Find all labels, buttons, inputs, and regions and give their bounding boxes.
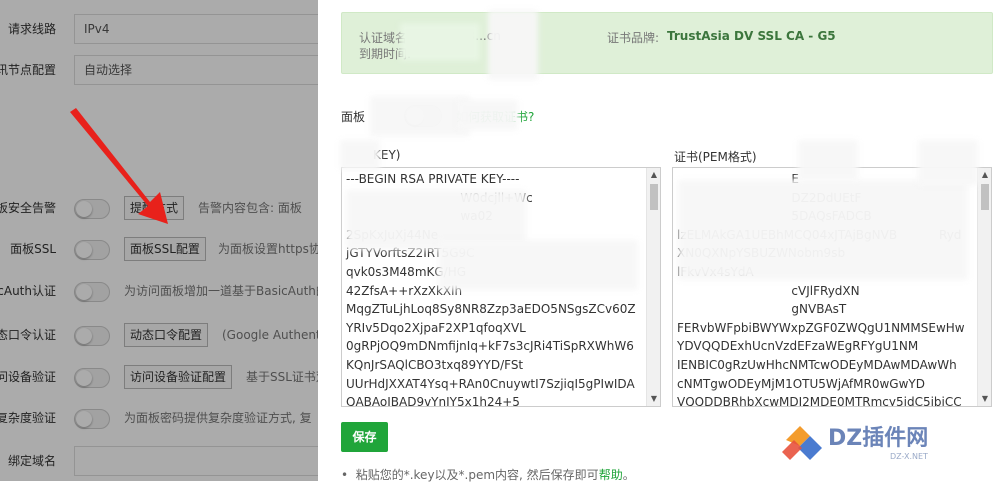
privacy-blur — [488, 10, 538, 80]
key-scrollbar[interactable]: ▲ ▼ — [646, 168, 660, 406]
privacy-blur — [340, 140, 380, 170]
help-link[interactable]: 帮助 — [599, 468, 623, 482]
privacy-blur — [678, 180, 968, 280]
panel-ssl-toggle-label: 面板 — [341, 110, 366, 124]
cert-scrollbar[interactable]: ▲ ▼ — [977, 168, 991, 406]
watermark-text: DZ插件网 — [828, 426, 929, 451]
cert-title: 证书(PEM格式) — [674, 150, 757, 164]
certificate-info-box: 认证域名: 03...cn 证书品牌: TrustAsia DV SSL CA … — [341, 12, 993, 74]
paste-tip: • 粘贴您的*.key以及*.pem内容, 然后保存即可帮助。 — [341, 466, 635, 483]
brand-value: TrustAsia DV SSL CA - G5 — [667, 29, 836, 43]
scroll-thumb[interactable] — [981, 184, 989, 210]
scroll-thumb[interactable] — [650, 184, 658, 210]
scroll-down-icon[interactable]: ▼ — [647, 392, 660, 406]
watermark-logo: DZ插件网 DZ-X.NET — [780, 408, 995, 470]
modal-overlay-mask[interactable] — [0, 0, 318, 481]
scroll-up-icon[interactable]: ▲ — [978, 168, 991, 182]
privacy-blur — [798, 140, 858, 180]
tip-suffix: 。 — [622, 468, 635, 482]
privacy-blur — [918, 140, 978, 185]
watermark-icon — [782, 426, 822, 460]
scroll-up-icon[interactable]: ▲ — [647, 168, 660, 182]
watermark-subtext: DZ-X.NET — [890, 452, 928, 461]
brand-label: 证书品牌: — [607, 31, 660, 45]
scroll-down-icon[interactable]: ▼ — [978, 392, 991, 406]
bullet-icon: • — [341, 468, 356, 482]
background-settings-page: 请求线路 IPv4 讯节点配置 自动选择 板安全告警 提醒方式 告警内容包含: … — [0, 0, 318, 481]
privacy-blur — [458, 100, 518, 130]
red-arrow-annotation — [70, 108, 168, 224]
privacy-blur — [400, 23, 480, 61]
tip-text: 粘贴您的*.key以及*.pem内容, 然后保存即可 — [355, 468, 599, 482]
privacy-blur — [438, 240, 638, 290]
save-button[interactable]: 保存 — [341, 422, 388, 452]
privacy-blur — [370, 96, 470, 136]
